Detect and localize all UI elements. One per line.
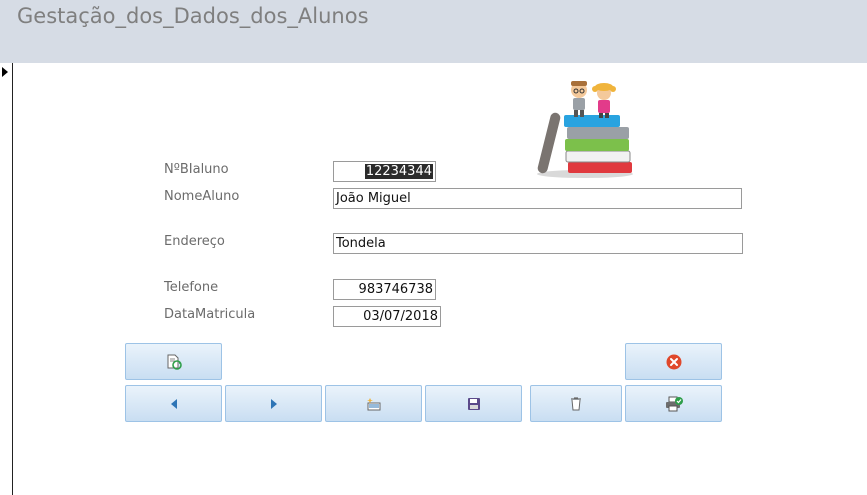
nome-label: NomeAluno: [164, 189, 240, 204]
previous-record-icon: [170, 398, 177, 409]
refresh-record-icon: [167, 354, 182, 370]
close-button[interactable]: [625, 343, 722, 380]
previous-record-button[interactable]: [125, 385, 222, 422]
record-selector[interactable]: [0, 63, 13, 495]
refresh-button[interactable]: [125, 343, 222, 380]
current-record-arrow-icon: [2, 67, 8, 77]
telefone-label: Telefone: [164, 280, 219, 295]
delete-record-icon: [571, 396, 581, 410]
data-matricula-label: DataMatricula: [164, 307, 256, 322]
delete-record-button[interactable]: [530, 385, 622, 422]
telefone-input[interactable]: 983746738: [333, 279, 436, 300]
endereco-input[interactable]: Tondela: [333, 233, 743, 254]
endereco-label: Endereço: [164, 234, 225, 249]
print-icon: [665, 396, 683, 411]
data-matricula-input[interactable]: 03/07/2018: [333, 306, 441, 327]
new-record-icon: [366, 397, 380, 410]
save-record-icon: [467, 397, 480, 410]
next-record-button[interactable]: [225, 385, 322, 422]
nome-input[interactable]: João Miguel: [333, 188, 742, 209]
new-record-button[interactable]: [325, 385, 422, 422]
bi-label: NºBIaluno: [164, 162, 229, 177]
bi-input[interactable]: 12234344: [333, 161, 436, 182]
form-header: Gestação_dos_Dados_dos_Alunos: [0, 0, 867, 63]
next-record-icon: [270, 398, 277, 409]
save-record-button[interactable]: [425, 385, 522, 422]
print-button[interactable]: [625, 385, 722, 422]
close-icon: [666, 354, 681, 369]
form-title: Gestação_dos_Dados_dos_Alunos: [17, 4, 369, 28]
kids-books-illustration: [537, 81, 633, 178]
bi-value: 12234344: [364, 164, 433, 179]
